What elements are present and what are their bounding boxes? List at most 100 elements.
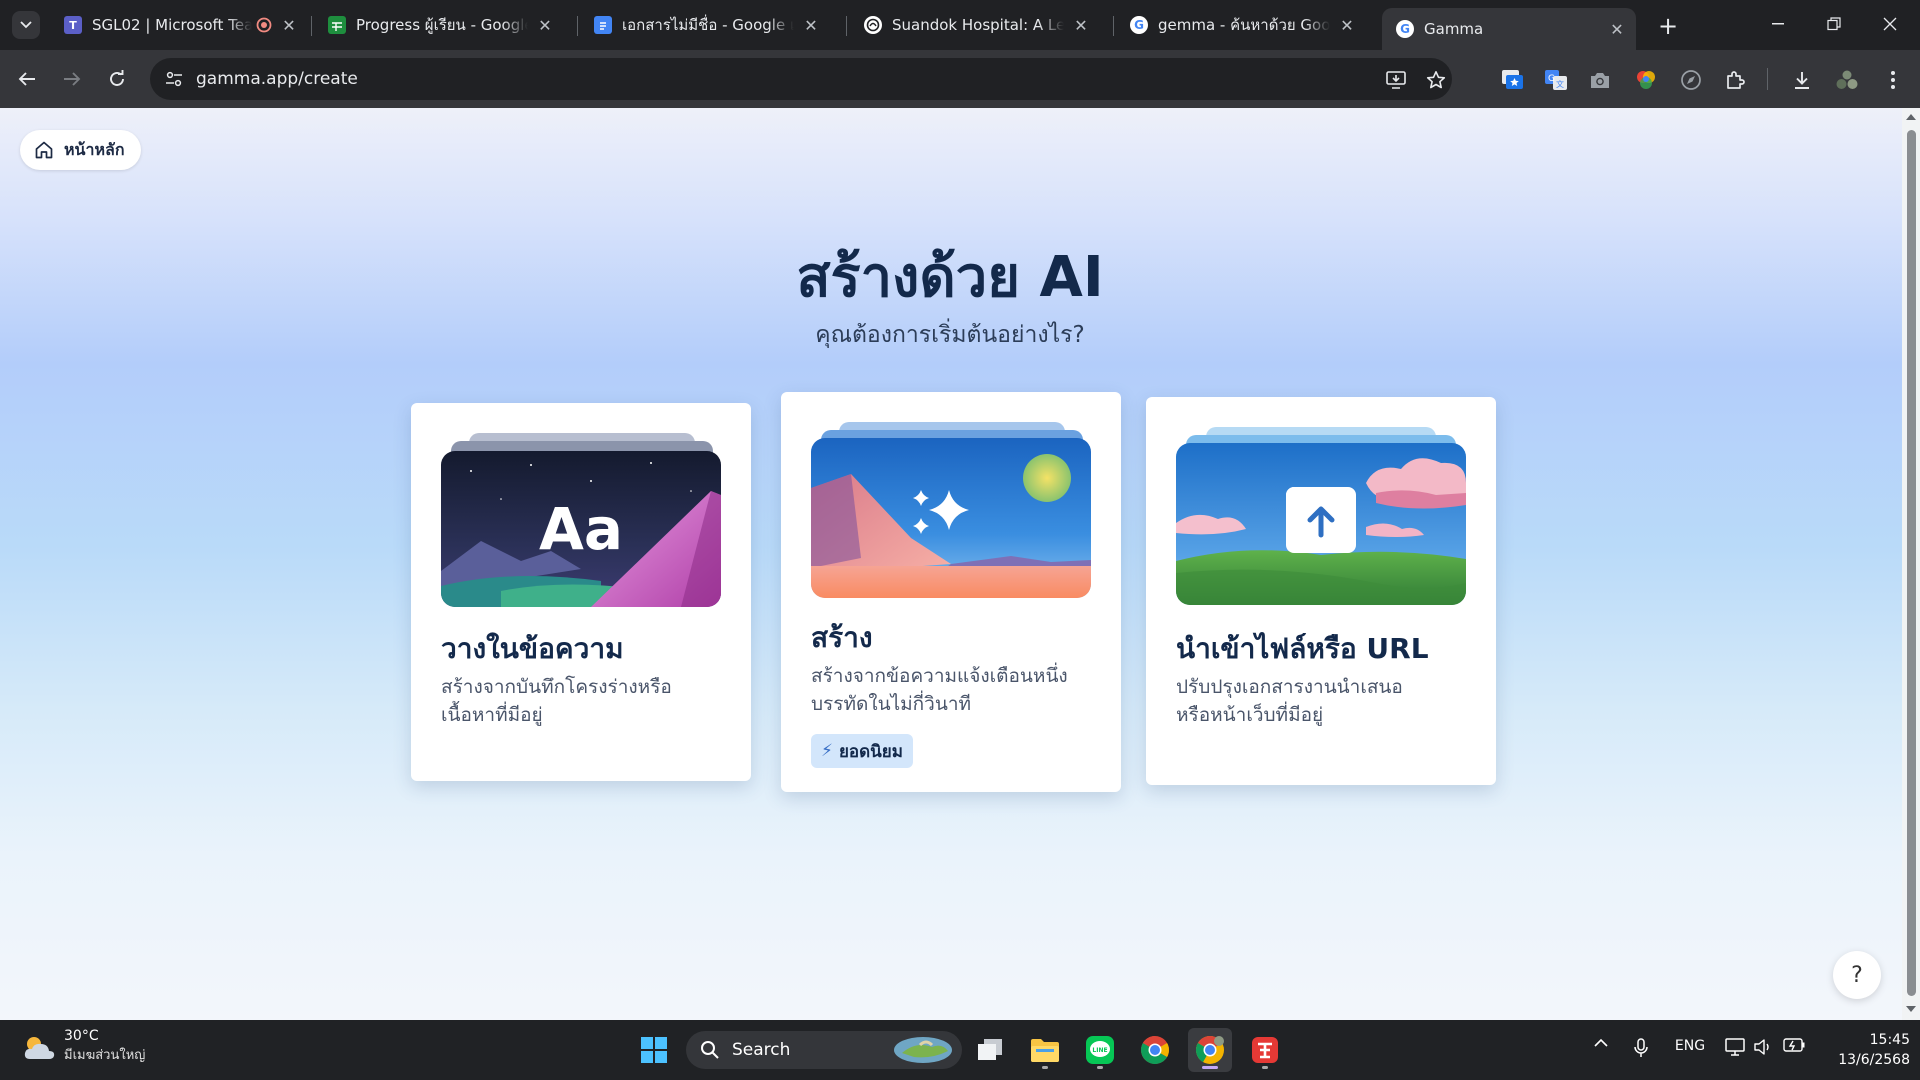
windows-taskbar: 30°C มีเมฆส่วนใหญ่ Search LINE ENG 15:45… <box>0 1020 1920 1080</box>
browser-toolbar: gamma.app/create G文 <box>0 50 1920 108</box>
close-window-button[interactable] <box>1862 0 1918 48</box>
color-picker-icon[interactable] <box>1633 67 1659 93</box>
close-tab-icon[interactable]: ✕ <box>536 16 554 35</box>
page-scrollbar[interactable] <box>1902 108 1920 1020</box>
popular-badge: ⚡ ยอดนิยม <box>811 734 913 768</box>
menu-kebab-icon[interactable] <box>1880 67 1906 93</box>
system-clock[interactable]: 15:45 13/6/2568 <box>1820 1030 1910 1070</box>
chrome-button[interactable] <box>1133 1028 1177 1072</box>
url-text: gamma.app/create <box>196 69 358 89</box>
app-red-button[interactable] <box>1243 1028 1287 1072</box>
reload-icon <box>110 70 124 86</box>
google-icon: G <box>1130 16 1148 34</box>
reload-button[interactable] <box>102 64 132 94</box>
file-explorer-button[interactable] <box>1023 1028 1067 1072</box>
battery-charging-icon <box>1783 1038 1805 1052</box>
tab-title: Progress ผู้เรียน - Google ชีต <box>356 16 528 34</box>
site-info-icon[interactable] <box>162 67 186 91</box>
battery-button[interactable] <box>1782 1038 1806 1052</box>
clock-date: 13/6/2568 <box>1838 1052 1910 1068</box>
line-icon: LINE <box>1086 1036 1114 1064</box>
card-description: สร้างจากบันทึกโครงร่างหรือเนื้อหาที่มีอย… <box>441 676 672 726</box>
tab-teams[interactable]: T SGL02 | Microsoft Teams ✕ <box>50 8 308 42</box>
home-button-label: หน้าหลัก <box>64 139 125 159</box>
chrome-profile-button[interactable] <box>1188 1028 1232 1072</box>
back-button[interactable] <box>12 64 42 94</box>
forward-button[interactable] <box>57 64 87 94</box>
language-indicator[interactable]: ENG <box>1670 1038 1710 1054</box>
paste-text-card[interactable]: Aa วางในข้อความ สร้างจากบันทึกโครงร่างหร… <box>411 403 751 781</box>
new-tab-button[interactable]: + <box>1654 12 1682 40</box>
taskbar-search[interactable]: Search <box>686 1031 962 1069</box>
generate-thumbnail <box>811 438 1091 598</box>
start-button[interactable] <box>632 1028 676 1072</box>
speaker-icon <box>1754 1039 1769 1055</box>
network-button[interactable] <box>1724 1038 1746 1056</box>
tab-strip: T SGL02 | Microsoft Teams ✕ Progress ผู้… <box>0 0 1920 50</box>
tab-sheets[interactable]: Progress ผู้เรียน - Google ชีต ✕ <box>314 8 564 42</box>
minimize-button[interactable] <box>1750 0 1806 48</box>
chevron-down-icon <box>20 21 32 29</box>
translate-icon[interactable]: G文 <box>1543 67 1569 93</box>
generate-card[interactable]: สร้าง สร้างจากข้อความแจ้งเตือนหนึ่งบรรทั… <box>781 392 1121 792</box>
cloud-sun-icon <box>24 1036 55 1059</box>
volume-button[interactable] <box>1752 1038 1774 1056</box>
camera-icon[interactable] <box>1587 67 1613 93</box>
install-app-icon[interactable] <box>1384 68 1408 92</box>
scroll-thumb[interactable] <box>1907 130 1916 996</box>
close-tab-icon[interactable]: ✕ <box>1072 16 1090 35</box>
weather-temp: 30°C <box>64 1028 99 1044</box>
address-bar[interactable]: gamma.app/create <box>150 58 1452 100</box>
scroll-down-icon[interactable] <box>1906 1006 1916 1012</box>
task-view-button[interactable] <box>968 1028 1012 1072</box>
svg-text:文: 文 <box>1556 79 1564 89</box>
close-tab-icon[interactable]: ✕ <box>802 16 820 35</box>
home-button[interactable]: หน้าหลัก <box>20 130 141 170</box>
show-hidden-icons[interactable] <box>1590 1038 1612 1047</box>
import-thumbnail <box>1176 443 1466 605</box>
taskbar-search-label: Search <box>732 1040 791 1060</box>
help-button[interactable]: ? <box>1833 951 1881 999</box>
tab-gamma[interactable]: G Gamma ✕ <box>1382 8 1636 50</box>
line-app-button[interactable]: LINE <box>1078 1028 1122 1072</box>
close-tab-icon[interactable]: ✕ <box>280 16 298 35</box>
windows-logo-icon <box>641 1037 667 1063</box>
page-title: สร้างด้วย AI <box>796 245 1104 310</box>
teams-icon: T <box>64 16 82 34</box>
folder-icon <box>1031 1039 1059 1062</box>
microphone-icon <box>1634 1038 1648 1057</box>
card-title: นำเข้าไฟล์หรือ URL <box>1176 632 1429 665</box>
compass-icon[interactable] <box>1678 67 1704 93</box>
import-file-card[interactable]: นำเข้าไฟล์หรือ URL ปรับปรุงเอกสารงานนำเส… <box>1146 397 1496 785</box>
chrome-icon <box>1196 1036 1224 1064</box>
thumbnail-aa-text: Aa <box>539 495 623 563</box>
bookmark-star-icon[interactable] <box>1424 68 1448 92</box>
profile-avatar-icon[interactable] <box>1834 67 1860 93</box>
tab-title: SGL02 | Microsoft Teams <box>92 16 252 34</box>
red-app-icon <box>1252 1037 1278 1063</box>
tab-title: Gamma <box>1424 20 1484 38</box>
restore-button[interactable] <box>1806 0 1862 48</box>
page-viewport: หน้าหลัก สร้างด้วย AI คุณต้องการเริ่มต้น… <box>0 108 1920 1020</box>
restore-icon <box>1827 17 1841 31</box>
page-subtitle: คุณต้องการเริ่มต้นอย่างไร? <box>815 322 1085 348</box>
downloads-icon[interactable] <box>1789 67 1815 93</box>
tab-search-button[interactable] <box>12 11 40 39</box>
card-description: สร้างจากข้อความแจ้งเตือนหนึ่งบรรทัดในไม่… <box>811 665 1068 715</box>
site-icon <box>864 16 882 34</box>
home-icon <box>35 141 53 159</box>
tab-google-search[interactable]: G gemma - ค้นหาด้วย Google ✕ <box>1116 8 1366 42</box>
tab-suandok[interactable]: Suandok Hospital: A Legacy ✕ <box>850 8 1100 42</box>
microphone-button[interactable] <box>1630 1038 1652 1058</box>
close-tab-icon[interactable]: ✕ <box>1608 20 1626 39</box>
minimize-icon <box>1772 23 1784 25</box>
extensions-puzzle-icon[interactable] <box>1723 67 1749 93</box>
close-tab-icon[interactable]: ✕ <box>1338 16 1356 35</box>
recording-icon <box>256 17 272 33</box>
weather-widget[interactable]: 30°C มีเมฆส่วนใหญ่ <box>22 1028 145 1065</box>
chrome-icon <box>1141 1036 1169 1064</box>
scroll-up-icon[interactable] <box>1906 114 1916 120</box>
extension-1-icon[interactable] <box>1500 67 1526 93</box>
arrow-left-icon <box>18 72 35 86</box>
tab-docs[interactable]: เอกสารไม่มีชื่อ - Google เอกสาร ✕ <box>580 8 830 42</box>
